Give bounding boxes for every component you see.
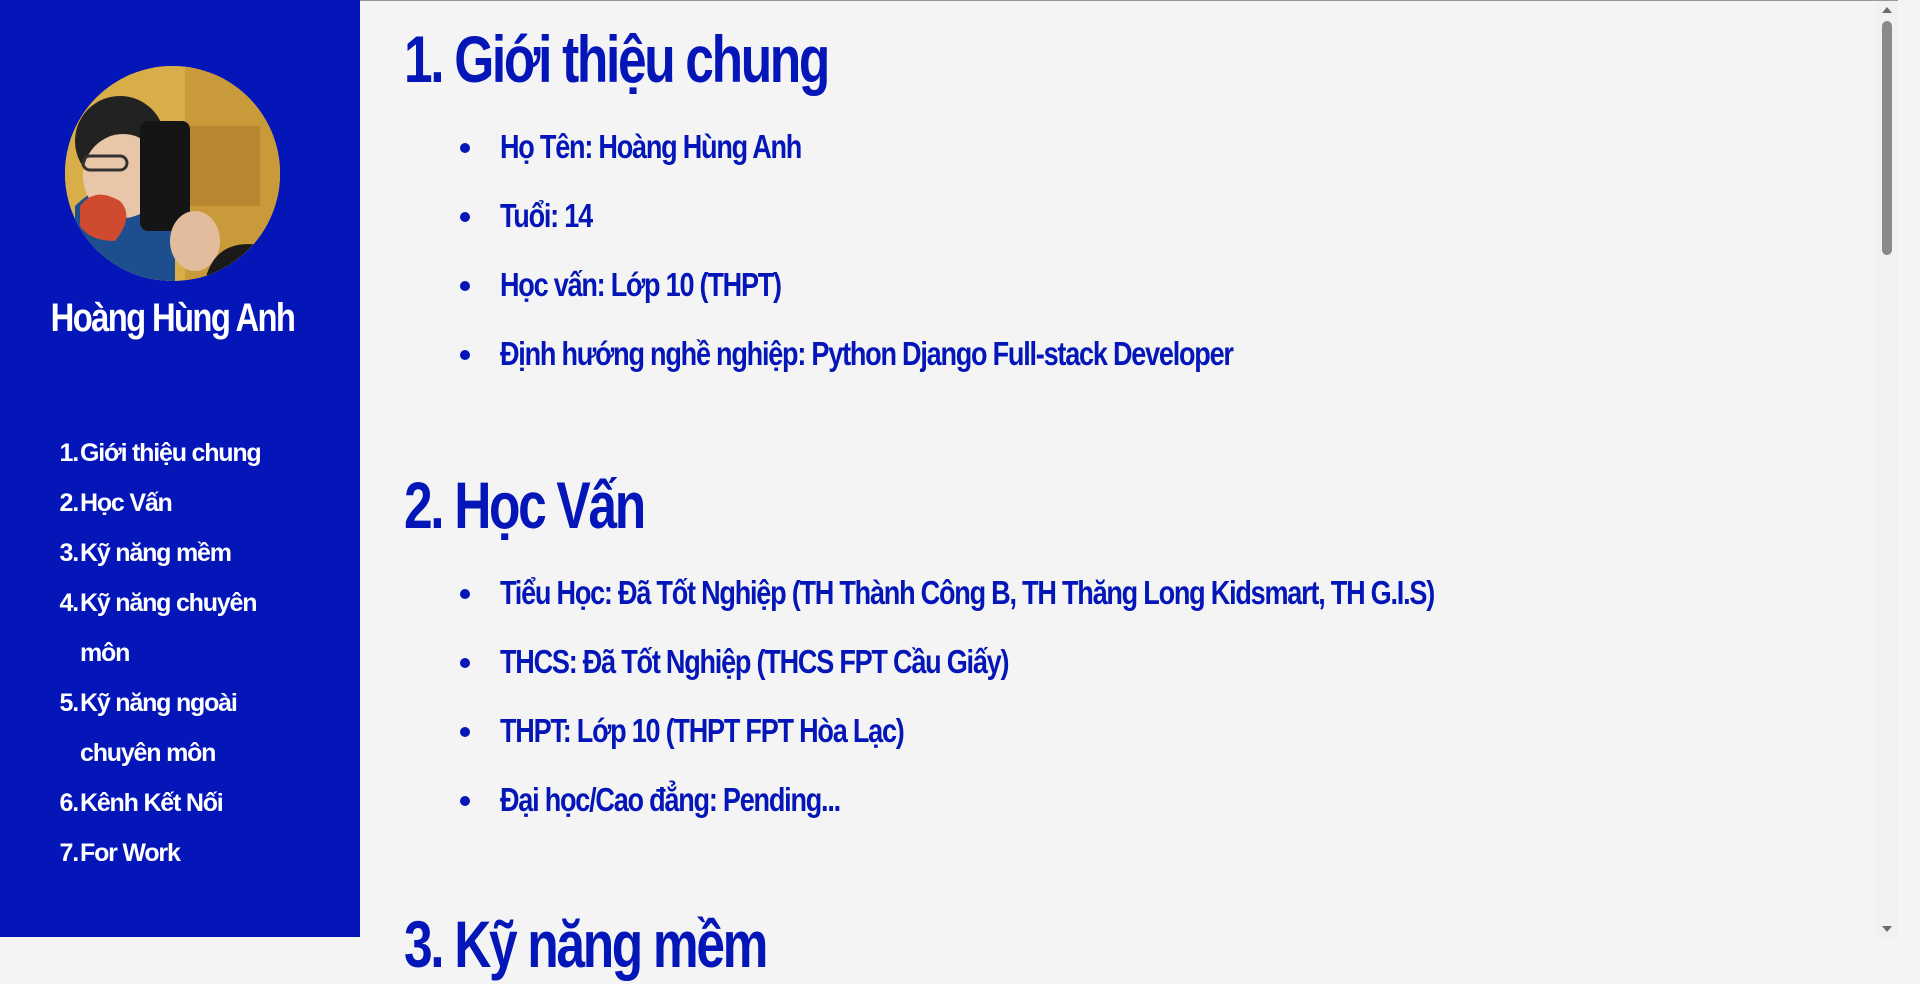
nav-item-number: 2. bbox=[59, 489, 80, 517]
list-item: Tiểu Học: Đã Tốt Nghiệp (TH Thành Công B… bbox=[460, 558, 1639, 627]
sidebar: Hoàng Hùng Anh 1. Giới thiệu chung 2. Học … bbox=[0, 0, 360, 937]
nav-item-ky-nang-ngoai-chuyen-mon[interactable]: 5. Kỹ năng ngoài chuyên môn bbox=[56, 678, 316, 778]
list-item: Định hướng nghề nghiệp: Python Django Fu… bbox=[460, 319, 1394, 388]
nav-item-label: Kênh Kết Nối bbox=[80, 789, 224, 817]
nav-item-label: For Work bbox=[80, 839, 181, 867]
nav-item-ky-nang-mem[interactable]: 3. Kỹ năng mềm bbox=[56, 528, 316, 578]
main-content: 1. Giới thiệu chung Họ Tên: Hoàng Hùng A… bbox=[360, 0, 1898, 981]
nav-item-number: 6. bbox=[59, 789, 80, 817]
nav-item-hoc-van[interactable]: 2. Học Vấn bbox=[56, 478, 316, 528]
list-item: Họ Tên: Hoàng Hùng Anh bbox=[460, 112, 1394, 181]
scroll-up-arrow-icon[interactable] bbox=[1882, 7, 1892, 13]
section-nav: 1. Giới thiệu chung 2. Học Vấn 3. Kỹ năng m… bbox=[56, 428, 316, 878]
education-list: Tiểu Học: Đã Tốt Nghiệp (TH Thành Công B… bbox=[460, 558, 1639, 834]
nav-item-number: 4. bbox=[59, 589, 80, 617]
list-item: THCS: Đã Tốt Nghiệp (THCS FPT Cầu Giấy) bbox=[460, 627, 1639, 696]
nav-item-label: Học Vấn bbox=[80, 489, 173, 517]
avatar bbox=[65, 66, 280, 281]
section-title-gioi-thieu-chung: 1. Giới thiệu chung bbox=[404, 22, 830, 96]
nav-item-ky-nang-chuyen-mon[interactable]: 4. Kỹ năng chuyên môn bbox=[56, 578, 316, 678]
nav-item-label: Giới thiệu chung bbox=[80, 439, 262, 467]
profile-name: Hoàng Hùng Anh bbox=[50, 296, 296, 340]
nav-item-label: Kỹ năng ngoài chuyên môn bbox=[80, 689, 238, 767]
nav-item-number: 3. bbox=[59, 539, 80, 567]
nav-item-label: Kỹ năng chuyên môn bbox=[80, 589, 257, 667]
vertical-scrollbar[interactable] bbox=[1876, 1, 1898, 938]
nav-item-label: Kỹ năng mềm bbox=[80, 539, 232, 567]
scroll-thumb[interactable] bbox=[1882, 21, 1892, 255]
nav-item-for-work[interactable]: 7. For Work bbox=[56, 828, 316, 878]
nav-item-number: 7. bbox=[59, 839, 80, 867]
nav-item-number: 5. bbox=[59, 689, 80, 717]
nav-item-gioi-thieu-chung[interactable]: 1. Giới thiệu chung bbox=[56, 428, 316, 478]
list-item: Tuổi: 14 bbox=[460, 181, 1394, 250]
list-item: Đại học/Cao đẳng: Pending... bbox=[460, 765, 1639, 834]
avatar-photo bbox=[65, 66, 280, 281]
nav-item-number: 1. bbox=[59, 439, 80, 467]
nav-item-kenh-ket-noi[interactable]: 6. Kênh Kết Nối bbox=[56, 778, 316, 828]
scroll-down-arrow-icon[interactable] bbox=[1882, 926, 1892, 932]
section-title-hoc-van: 2. Học Vấn bbox=[404, 468, 646, 542]
section-title-ky-nang-mem: 3. Kỹ năng mềm bbox=[404, 907, 768, 981]
list-item: THPT: Lớp 10 (THPT FPT Hòa Lạc) bbox=[460, 696, 1639, 765]
list-item: Học vấn: Lớp 10 (THPT) bbox=[460, 250, 1394, 319]
intro-list: Họ Tên: Hoàng Hùng Anh Tuổi: 14 Học vấn:… bbox=[460, 112, 1394, 388]
